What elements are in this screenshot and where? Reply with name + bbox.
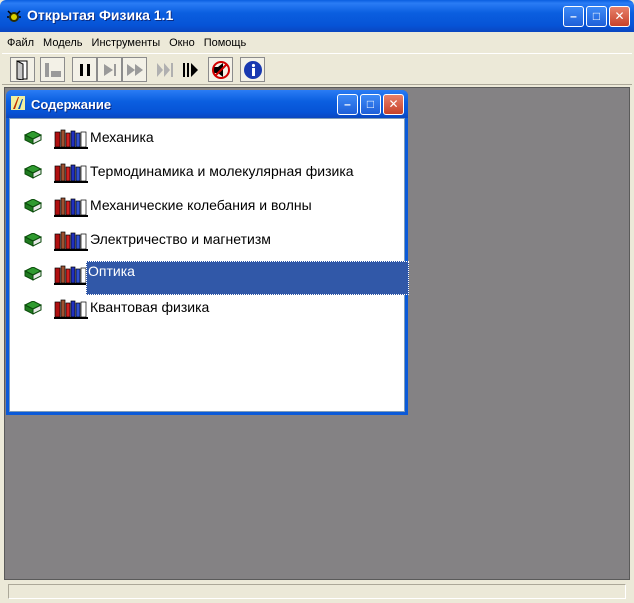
contents-item[interactable]: Квантовая физика (18, 297, 403, 319)
green-book-icon (23, 232, 43, 252)
fast-forward-button[interactable] (122, 57, 147, 82)
step-forward-icon (103, 63, 116, 76)
sound-off-button[interactable] (208, 57, 233, 82)
pause-button[interactable] (72, 57, 97, 82)
contents-item[interactable]: Механические колебания и волны (18, 195, 403, 217)
minimize-icon: – (344, 97, 351, 111)
maximize-icon: □ (592, 9, 601, 23)
contents-list: Механика Термодинамика и молекулярная физ… (9, 118, 409, 412)
maximize-button[interactable]: □ (586, 6, 607, 27)
green-book-icon (23, 266, 43, 286)
forward-marks-icon (182, 62, 198, 77)
pause-icon (79, 63, 90, 76)
bookshelf-icon (54, 129, 88, 154)
contents-app-icon (11, 96, 25, 110)
menu-window[interactable]: Окно (164, 34, 199, 49)
contents-close-button[interactable]: ✕ (383, 94, 404, 115)
green-book-icon (23, 300, 43, 320)
contents-item-label: Термодинамика и молекулярная физика (90, 163, 354, 179)
minimize-icon: – (570, 9, 577, 23)
info-button[interactable] (240, 57, 265, 82)
app-bug-icon (7, 10, 21, 22)
step-back-icon (44, 62, 61, 77)
contents-maximize-button[interactable]: □ (360, 94, 381, 115)
main-titlebar[interactable]: Открытая Физика 1.1 – □ ✕ (0, 0, 634, 32)
close-icon: ✕ (388, 97, 399, 111)
contents-item-label: Механические колебания и волны (90, 197, 312, 213)
forward-marks-button[interactable] (178, 57, 203, 82)
contents-item[interactable]: Оптика (18, 261, 409, 295)
step-forward-button[interactable] (97, 57, 122, 82)
step-back-button[interactable] (40, 57, 65, 82)
bookshelf-icon (54, 265, 88, 290)
window-title: Открытая Физика 1.1 (27, 7, 174, 23)
green-book-icon (23, 198, 43, 218)
green-book-icon (23, 164, 43, 184)
menu-file[interactable]: Файл (2, 34, 38, 49)
contents-item-label: Квантовая физика (90, 299, 210, 315)
menu-tools[interactable]: Инструменты (87, 34, 165, 49)
exit-door-icon (16, 59, 27, 80)
rewind-marks-button[interactable] (152, 57, 177, 82)
contents-item-label: Механика (90, 129, 154, 145)
contents-minimize-button[interactable]: – (337, 94, 358, 115)
sound-off-icon (211, 60, 230, 79)
toolbar (2, 53, 632, 85)
info-icon (243, 60, 262, 79)
menu-bar: Файл Модель Инструменты Окно Помощь (2, 34, 632, 53)
menu-model[interactable]: Модель (38, 34, 86, 49)
contents-item[interactable]: Механика (18, 127, 403, 149)
contents-item[interactable]: Термодинамика и молекулярная физика (18, 161, 403, 183)
contents-item-label: Оптика (86, 261, 409, 295)
contents-window[interactable]: Содержание – □ ✕ Механика Термодинамика и… (6, 90, 409, 415)
contents-item[interactable]: Электричество и магнетизм (18, 229, 403, 251)
maximize-icon: □ (366, 97, 375, 111)
menu-help[interactable]: Помощь (199, 34, 251, 49)
bookshelf-icon (54, 299, 88, 324)
green-book-icon (23, 130, 43, 150)
contents-titlebar[interactable]: Содержание – □ ✕ (6, 90, 408, 118)
rewind-marks-icon (156, 62, 173, 77)
contents-item-label: Электричество и магнетизм (90, 231, 271, 247)
bookshelf-icon (54, 231, 88, 256)
exit-button[interactable] (10, 57, 35, 82)
status-bar (4, 582, 630, 601)
contents-title: Содержание (31, 97, 112, 112)
status-pane (8, 584, 626, 599)
bookshelf-icon (54, 197, 88, 222)
fast-forward-icon (126, 63, 143, 76)
close-button[interactable]: ✕ (609, 6, 630, 27)
bookshelf-icon (54, 163, 88, 188)
minimize-button[interactable]: – (563, 6, 584, 27)
close-icon: ✕ (614, 9, 625, 23)
